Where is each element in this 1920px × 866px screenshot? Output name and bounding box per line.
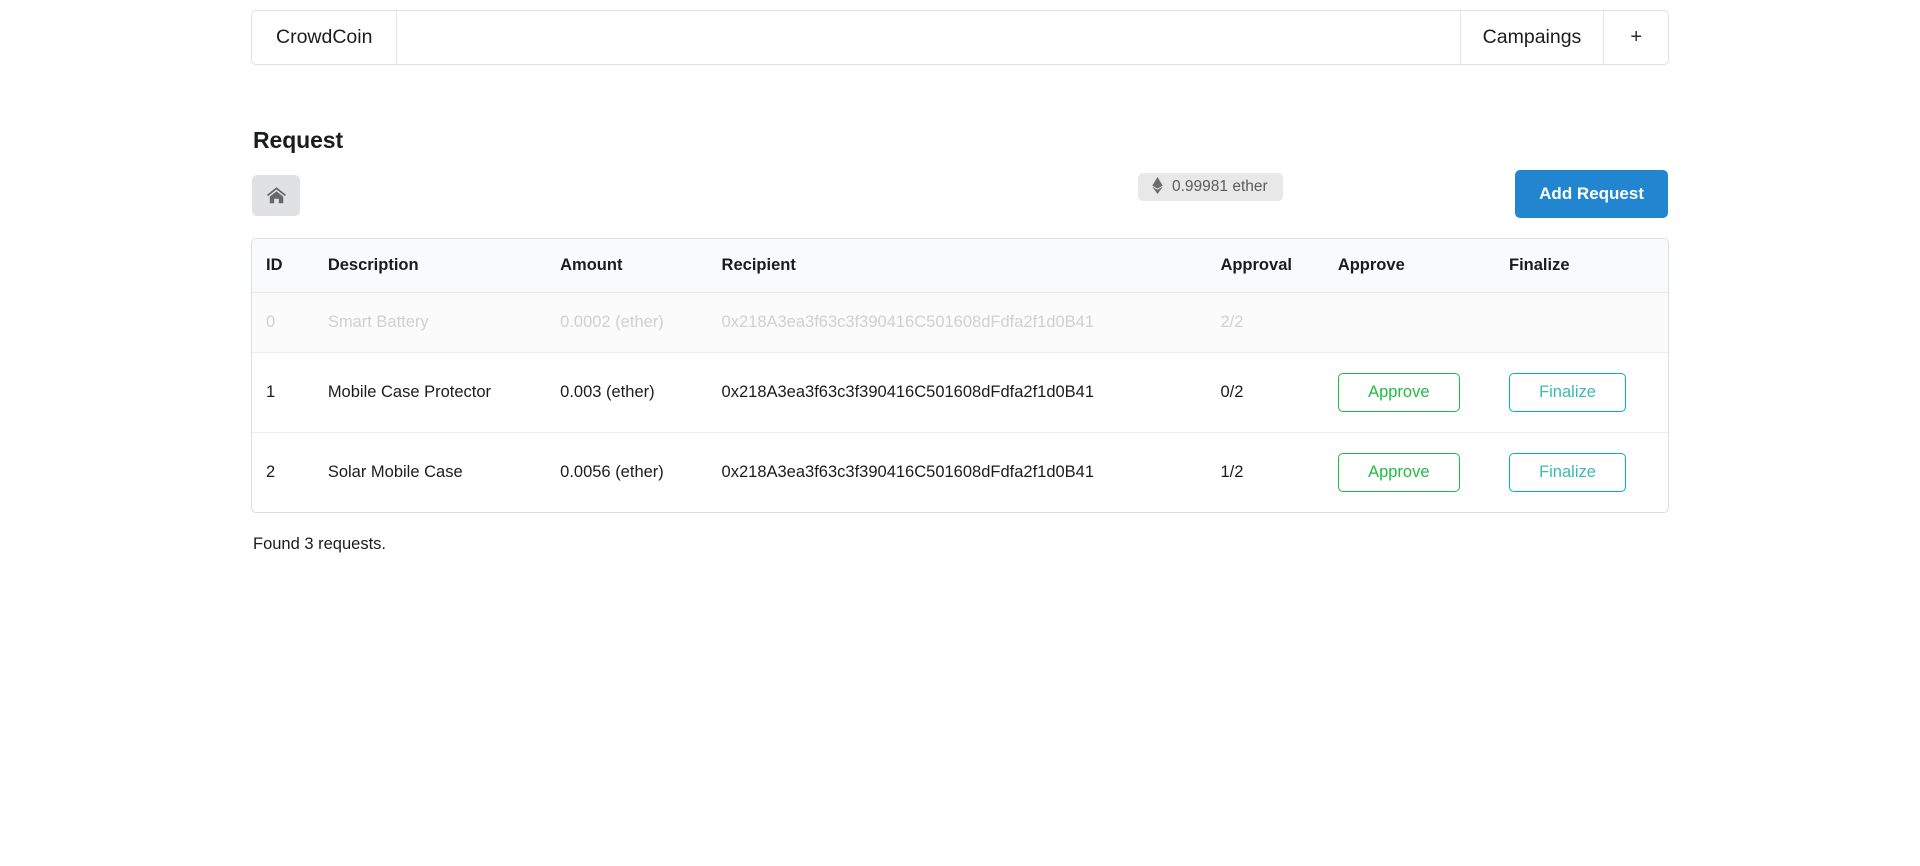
approve-button[interactable]: Approve [1337,373,1460,412]
cell-id: 1 [252,352,328,433]
nav-item-add[interactable]: + [1604,11,1668,64]
finalize-button[interactable]: Finalize [1509,373,1626,412]
ether-balance-badge: 0.99981 ether [1138,173,1283,201]
requests-table-head: ID Description Amount Recipient Approval… [252,239,1668,293]
table-row: 1 Mobile Case Protector 0.003 (ether) 0x218… [252,352,1668,433]
column-header-amount: Amount [560,239,722,293]
finalize-button[interactable]: Finalize [1509,453,1626,492]
nav-item-campaigns-label: Campaings [1482,26,1582,48]
cell-description: Smart Battery [327,292,561,353]
requests-table-wrapper: ID Description Amount Recipient Approval… [251,238,1669,513]
cell-finalize [1509,292,1668,353]
nav-brand-crowdcoin[interactable]: CrowdCoin [252,11,398,64]
column-header-id: ID [252,239,328,293]
cell-id: 0 [252,292,328,353]
top-navbar: CrowdCoin Campaings + [251,10,1669,65]
table-row: 0 Smart Battery 0.0002 (ether) 0x218A3ea3f6… [252,292,1668,353]
nav-spacer [397,11,1461,64]
cell-approve: Approve [1337,352,1509,433]
cell-recipient: 0x218A3ea3f63c3f390416C501608dFdfa2f1d0B… [721,463,1095,481]
page-root: CrowdCoin Campaings + Request 0.99981 et… [0,0,1920,866]
nav-item-campaigns[interactable]: Campaings [1461,11,1605,64]
page-container: CrowdCoin Campaings + Request 0.99981 et… [251,0,1669,554]
cell-approve [1337,292,1509,353]
cell-id: 2 [266,463,276,481]
approve-button[interactable]: Approve [1337,453,1460,492]
column-header-approve: Approve [1337,239,1509,293]
home-icon [266,186,287,205]
toolbar: 0.99981 ether Add Request [251,170,1669,226]
cell-finalize: Finalize [1509,433,1668,513]
home-button[interactable] [252,175,300,216]
table-header-row: ID Description Amount Recipient Approval… [252,239,1668,293]
cell-recipient: 0x218A3ea3f63c3f390416C501608dFdfa2f1d0B… [721,292,1221,353]
column-header-recipient: Recipient [721,239,1221,293]
ether-balance-value: 0.99981 ether [1172,178,1268,195]
requests-table-body: 0 Smart Battery 0.0002 (ether) 0x218A3ea3f6… [252,292,1668,513]
column-header-finalize: Finalize [1509,239,1668,293]
requests-table: ID Description Amount Recipient Approval… [252,239,1668,512]
cell-description: Solar Mobile Case [327,463,463,481]
cell-recipient: 0x218A3ea3f63c3f390416C501608dFdfa2f1d0B… [721,352,1221,433]
cell-approval: 0/2 [1220,352,1338,433]
table-row: 2 Solar Mobile Case 0.0056 (ether) 0x218A3e… [252,433,1668,513]
cell-amount: 0.0002 (ether) [560,292,722,353]
add-request-button[interactable]: Add Request [1515,170,1668,218]
column-header-approval: Approval [1220,239,1338,293]
ethereum-icon [1152,177,1163,197]
cell-approval: 1/2 [1220,463,1244,481]
cell-amount: 0.0056 (ether) [560,463,664,481]
found-requests-text: Found 3 requests. [253,535,386,553]
cell-finalize: Finalize [1509,352,1668,433]
cell-description: Mobile Case Protector [327,352,561,433]
cell-approve: Approve [1337,433,1509,513]
nav-item-add-label: + [1630,26,1642,48]
cell-amount: 0.003 (ether) [560,352,722,433]
page-title: Request [253,127,344,153]
nav-brand-label: CrowdCoin [276,26,373,48]
column-header-description: Description [327,239,561,293]
cell-approval: 2/2 [1220,292,1338,353]
